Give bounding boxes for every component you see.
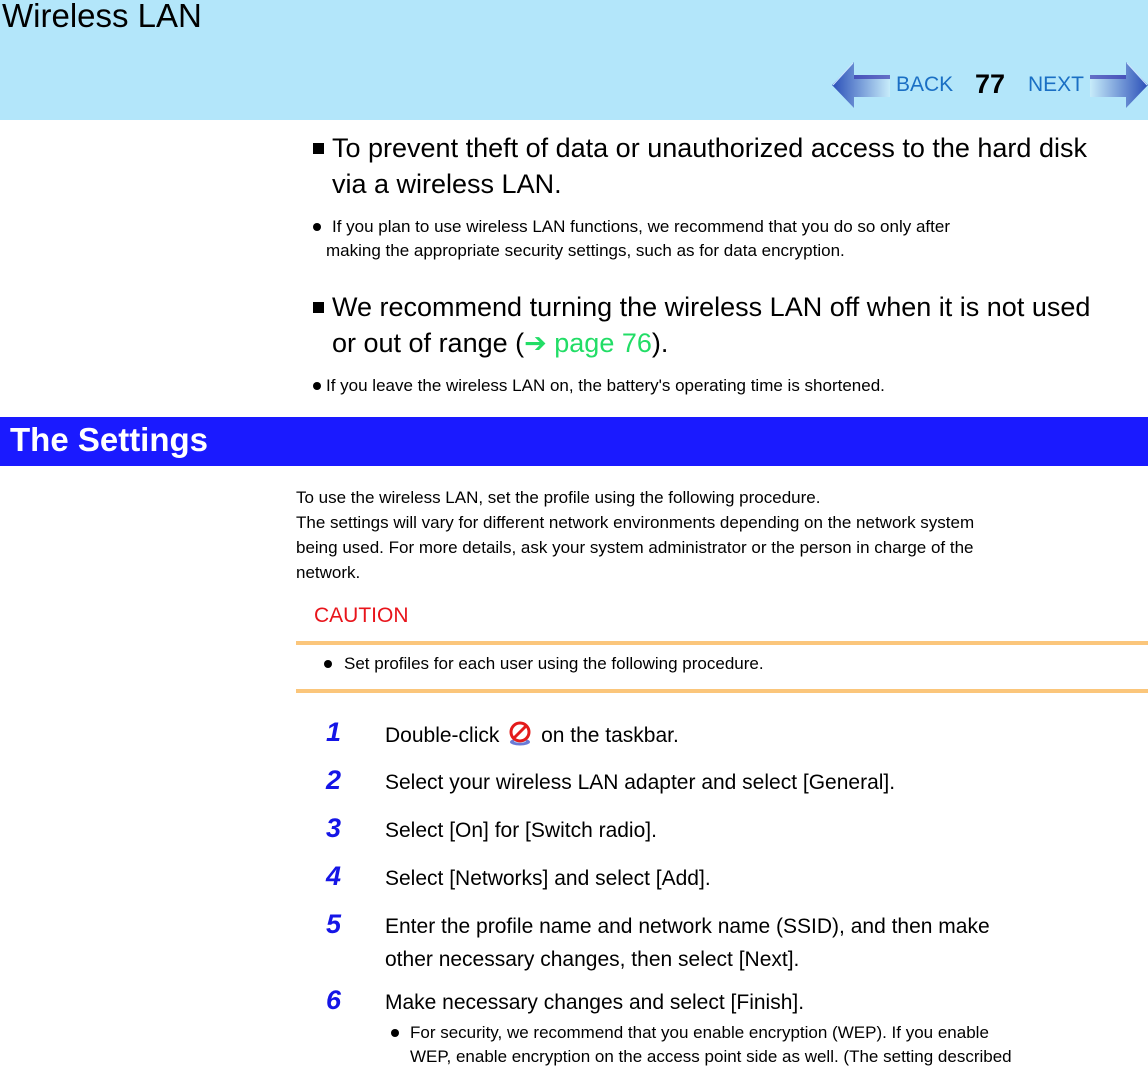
section-paragraph-line: The settings will vary for different net… — [296, 513, 975, 532]
caution-label: CAUTION — [314, 604, 409, 627]
wireless-tray-icon — [509, 721, 531, 746]
arrow-right-icon: ➔ — [524, 328, 547, 358]
caution-top-rule — [296, 641, 1148, 645]
section-paragraph-line: To use the wireless LAN, set the profile… — [296, 488, 821, 507]
bullet-dot-icon — [313, 382, 321, 390]
back-button[interactable]: BACK — [896, 73, 953, 97]
bullet-battery: If you leave the wireless LAN on, the ba… — [313, 373, 1143, 399]
page-header: Wireless LAN BACK 77 NEXT — [0, 0, 1148, 120]
section-paragraph-line: network. — [296, 563, 361, 582]
bullet-dot-icon — [391, 1029, 399, 1037]
section-header: The Settings — [0, 417, 1148, 466]
step-number: 6 — [326, 985, 342, 1015]
bullet-dot-icon — [324, 660, 332, 668]
section-paragraph-line: being used. For more details, ask your s… — [296, 538, 974, 557]
page-navigation: BACK 77 NEXT — [832, 60, 1148, 110]
back-arrow-icon[interactable] — [832, 60, 892, 110]
page-title: Wireless LAN — [2, 0, 202, 34]
step-number: 3 — [326, 813, 342, 843]
step-number: 1 — [326, 717, 342, 747]
page-number: 77 — [975, 69, 1006, 99]
next-arrow-icon[interactable] — [1088, 60, 1148, 110]
caution-bottom-rule — [296, 689, 1148, 693]
section-title: The Settings — [10, 421, 209, 458]
step-number: 5 — [326, 909, 342, 939]
page-76-link[interactable]: ➔ page 76 — [524, 328, 652, 358]
step-6-bullet: For security, we recommend that you enab… — [391, 1020, 1148, 1072]
step-number: 2 — [326, 765, 342, 795]
caution-bullet: Set profiles for each user using the fol… — [324, 651, 1124, 677]
step-number: 4 — [326, 861, 342, 891]
square-bullet-icon — [313, 302, 324, 313]
next-button[interactable]: NEXT — [1028, 73, 1084, 97]
bullet-dot-icon — [313, 223, 321, 231]
square-bullet-icon — [313, 143, 324, 154]
bullet-security-settings: If you plan to use wireless LAN function… — [313, 214, 1143, 266]
